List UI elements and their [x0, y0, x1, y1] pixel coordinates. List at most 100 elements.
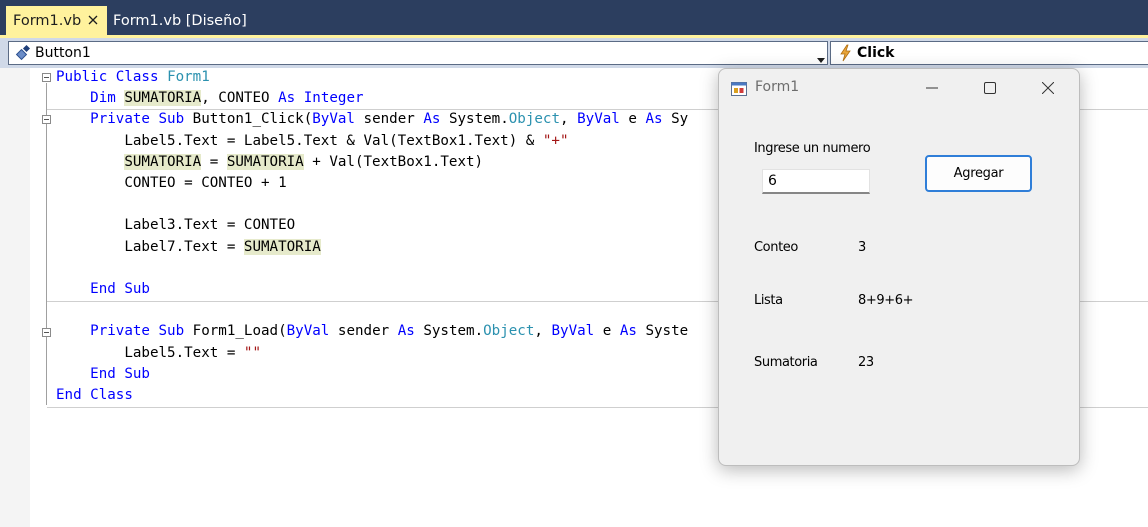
- tab-label: Form1.vb [Diseño]: [113, 12, 247, 29]
- keyword-token: ByVal: [577, 111, 620, 128]
- code-line: Label3.Text = CONTEO: [56, 215, 295, 236]
- add-button[interactable]: Agregar: [925, 155, 1032, 192]
- code-line: Label5.Text = Label5.Text & Val(TextBox1…: [56, 131, 568, 152]
- code-line: Private Sub Button1_Click(ByVal sender A…: [56, 109, 688, 130]
- keyword-token: ByVal: [312, 111, 355, 128]
- form-title: Form1: [755, 79, 800, 95]
- minimize-button[interactable]: [903, 69, 961, 107]
- code-token: e: [594, 323, 620, 340]
- event-selector-value: Click: [857, 45, 895, 61]
- keyword-token: End: [90, 281, 116, 297]
- editor-margin: [0, 68, 30, 527]
- keyword-token: Private: [90, 323, 150, 340]
- tab-form1-designer[interactable]: Form1.vb [Diseño]: [107, 6, 267, 35]
- code-token: ,: [534, 323, 552, 340]
- close-icon[interactable]: [85, 12, 101, 28]
- conteo-label: Conteo: [754, 240, 798, 255]
- code-line: Private Sub Form1_Load(ByVal sender As S…: [56, 321, 688, 342]
- type-token: Form1: [167, 69, 210, 85]
- close-window-button[interactable]: [1019, 69, 1077, 107]
- code-line: Dim SUMATORIA, CONTEO As Integer: [56, 88, 364, 109]
- code-token: Label3.Text = CONTEO: [56, 217, 296, 234]
- code-token: CONTEO = CONTEO + 1: [56, 175, 287, 191]
- code-token: Label5.Text = Label5.Text & Val(TextBox1…: [56, 132, 543, 149]
- code-line: SUMATORIA = SUMATORIA + Val(TextBox1.Tex…: [56, 152, 483, 173]
- keyword-token: Sub: [124, 281, 150, 297]
- type-token: Object: [483, 323, 535, 340]
- input-label: Ingrese un numero: [754, 141, 871, 156]
- lista-label: Lista: [754, 293, 783, 308]
- string-token: "": [243, 344, 262, 361]
- object-selector-value: Button1: [35, 45, 91, 61]
- code-token: e: [619, 111, 646, 128]
- keyword-token: Class: [115, 69, 159, 85]
- sumatoria-label: Sumatoria: [754, 355, 818, 370]
- maximize-icon: [984, 82, 996, 94]
- code-token: , CONTEO: [201, 90, 279, 107]
- collapse-icon[interactable]: [42, 73, 51, 82]
- code-token: Syste: [636, 323, 689, 340]
- collapse-icon[interactable]: [42, 115, 51, 124]
- form-app-icon: [731, 81, 747, 97]
- code-token: ,: [560, 111, 578, 128]
- lista-value: 8+9+6+: [858, 293, 914, 308]
- code-token: Form1_Load(: [184, 323, 287, 340]
- document-tab-strip: Form1.vb Form1.vb [Diseño]: [0, 0, 1148, 37]
- highlighted-reference: SUMATORIA: [124, 153, 202, 170]
- event-selector-dropdown[interactable]: Click: [830, 41, 1148, 65]
- lightning-icon: [837, 44, 855, 62]
- code-line: End Sub: [56, 279, 150, 300]
- code-token: sender: [329, 323, 398, 340]
- maximize-button[interactable]: [961, 69, 1019, 107]
- minimize-icon: [926, 87, 938, 89]
- keyword-token: ByVal: [286, 323, 330, 340]
- keyword-token: Sub: [124, 365, 150, 382]
- button-control-icon: [15, 44, 33, 62]
- keyword-token: Public: [56, 69, 108, 85]
- tab-form1-vb[interactable]: Form1.vb: [6, 6, 107, 35]
- chevron-down-icon[interactable]: [817, 51, 825, 63]
- code-token: =: [201, 153, 227, 170]
- collapse-icon[interactable]: [42, 328, 51, 337]
- code-line: Label5.Text = "": [56, 343, 261, 364]
- keyword-token: End: [90, 365, 116, 382]
- code-token: Sy: [662, 111, 689, 128]
- code-token: System.: [414, 323, 484, 340]
- keyword-token: Class: [90, 387, 133, 403]
- sumatoria-value: 23: [858, 355, 874, 370]
- code-token: + Val(TextBox1.Text): [303, 153, 484, 170]
- code-token: System.: [440, 111, 509, 128]
- keyword-token: As: [423, 111, 441, 128]
- close-icon: [1042, 82, 1054, 94]
- highlighted-reference: SUMATORIA: [243, 238, 321, 255]
- conteo-value: 3: [858, 240, 866, 255]
- code-token: Label5.Text =: [56, 344, 244, 361]
- number-input[interactable]: 6: [762, 169, 870, 194]
- keyword-token: Dim: [90, 90, 116, 107]
- tab-label: Form1.vb: [13, 12, 82, 29]
- keyword-token: As: [645, 111, 663, 128]
- object-selector-dropdown[interactable]: Button1: [8, 41, 828, 65]
- form1-window[interactable]: Form1 Ingrese un numero 6 Agregar Conteo…: [718, 68, 1080, 466]
- code-token: sender: [354, 111, 424, 128]
- code-line: End Sub: [56, 364, 150, 385]
- highlighted-reference: SUMATORIA: [226, 153, 304, 170]
- code-token: Button1_Click(: [184, 111, 313, 128]
- keyword-token: As: [397, 323, 415, 340]
- type-token: Object: [508, 111, 561, 128]
- highlighted-reference: SUMATORIA: [124, 90, 202, 107]
- code-line: CONTEO = CONTEO + 1: [56, 173, 287, 194]
- keyword-token: End: [56, 387, 82, 403]
